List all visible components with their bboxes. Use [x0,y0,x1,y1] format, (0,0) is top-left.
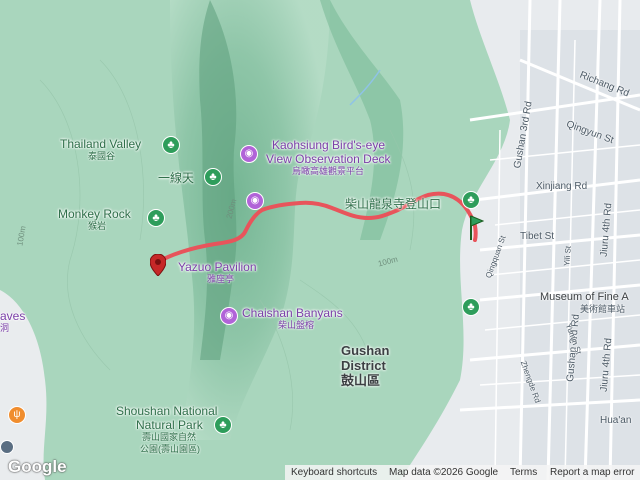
label-chaishan-banyans[interactable]: Chaishan Banyans [242,307,343,319]
restaurant-icon[interactable]: ψ [8,406,26,424]
street-huaan: Hua'an [600,415,632,426]
report-map-error-link[interactable]: Report a map error [550,465,634,480]
park-tree-icon[interactable]: ♣ [204,168,222,186]
label-yazuo-pavilion-zh: 雅座亭 [207,274,235,284]
park-tree-icon[interactable]: ♣ [462,298,480,316]
street-tibet: Tibet St [520,231,555,242]
transit-icon[interactable] [0,440,14,454]
label-monkey-rock[interactable]: Monkey Rock [58,208,131,220]
label-chaishan-banyans-zh: 柴山盤榕 [278,320,315,330]
park-tree-icon[interactable]: ♣ [462,191,480,209]
label-kaohsiung-deck-2[interactable]: View Observation Deck [266,153,391,165]
label-gushan-district-2: District [341,358,386,373]
label-caves-zh-partial: 洞 [0,323,10,333]
label-trailhead-zh[interactable]: 柴山龍泉寺登山口 [345,198,441,210]
label-gushan-district-zh: 鼓山區 [341,373,381,388]
label-kaohsiung-deck-zh: 烏瞰高雄觀景平台 [292,166,365,176]
camera-icon[interactable]: ◉ [220,307,238,325]
label-thailand-valley[interactable]: Thailand Valley [60,138,141,150]
camera-icon[interactable]: ◉ [246,192,264,210]
label-kaohsiung-deck-1[interactable]: Kaohsiung Bird's-eye [272,139,385,151]
label-gushan-district-1: Gushan [341,343,390,358]
label-yixiantian[interactable]: 一線天 [158,172,194,184]
keyboard-shortcuts-link[interactable]: Keyboard shortcuts [291,465,377,480]
route-start-flag-icon[interactable] [466,214,485,242]
park-tree-icon[interactable]: ♣ [147,209,165,227]
label-yazuo-pavilion[interactable]: Yazuo Pavilion [178,261,257,273]
label-thailand-valley-zh: 泰國谷 [88,151,116,161]
route-end-marker-icon[interactable] [149,253,167,277]
label-museum-fine-arts-zh: 美術館車站 [580,304,626,314]
terms-link[interactable]: Terms [510,465,537,480]
label-shoushan-park-zh-2: 公園(壽山園區) [140,444,200,454]
label-monkey-rock-zh: 猴岩 [88,221,107,231]
label-shoushan-park-1[interactable]: Shoushan National [116,405,217,417]
camera-icon[interactable]: ◉ [240,145,258,163]
map-data-text: Map data ©2026 Google [389,467,499,478]
label-caves-partial[interactable]: aves [0,310,25,322]
street-xinjiang: Xinjiang Rd [536,181,588,192]
map-attribution-bar: Keyboard shortcuts Map data ©2026 Google… [285,465,640,480]
label-museum-fine-arts[interactable]: Museum of Fine A [540,292,629,303]
google-logo: Google [8,457,67,476]
label-shoushan-park-2[interactable]: Natural Park [136,419,203,431]
park-tree-icon[interactable]: ♣ [162,136,180,154]
park-tree-icon[interactable]: ♣ [214,416,232,434]
label-shoushan-park-zh-1: 壽山國家自然 [142,432,197,442]
